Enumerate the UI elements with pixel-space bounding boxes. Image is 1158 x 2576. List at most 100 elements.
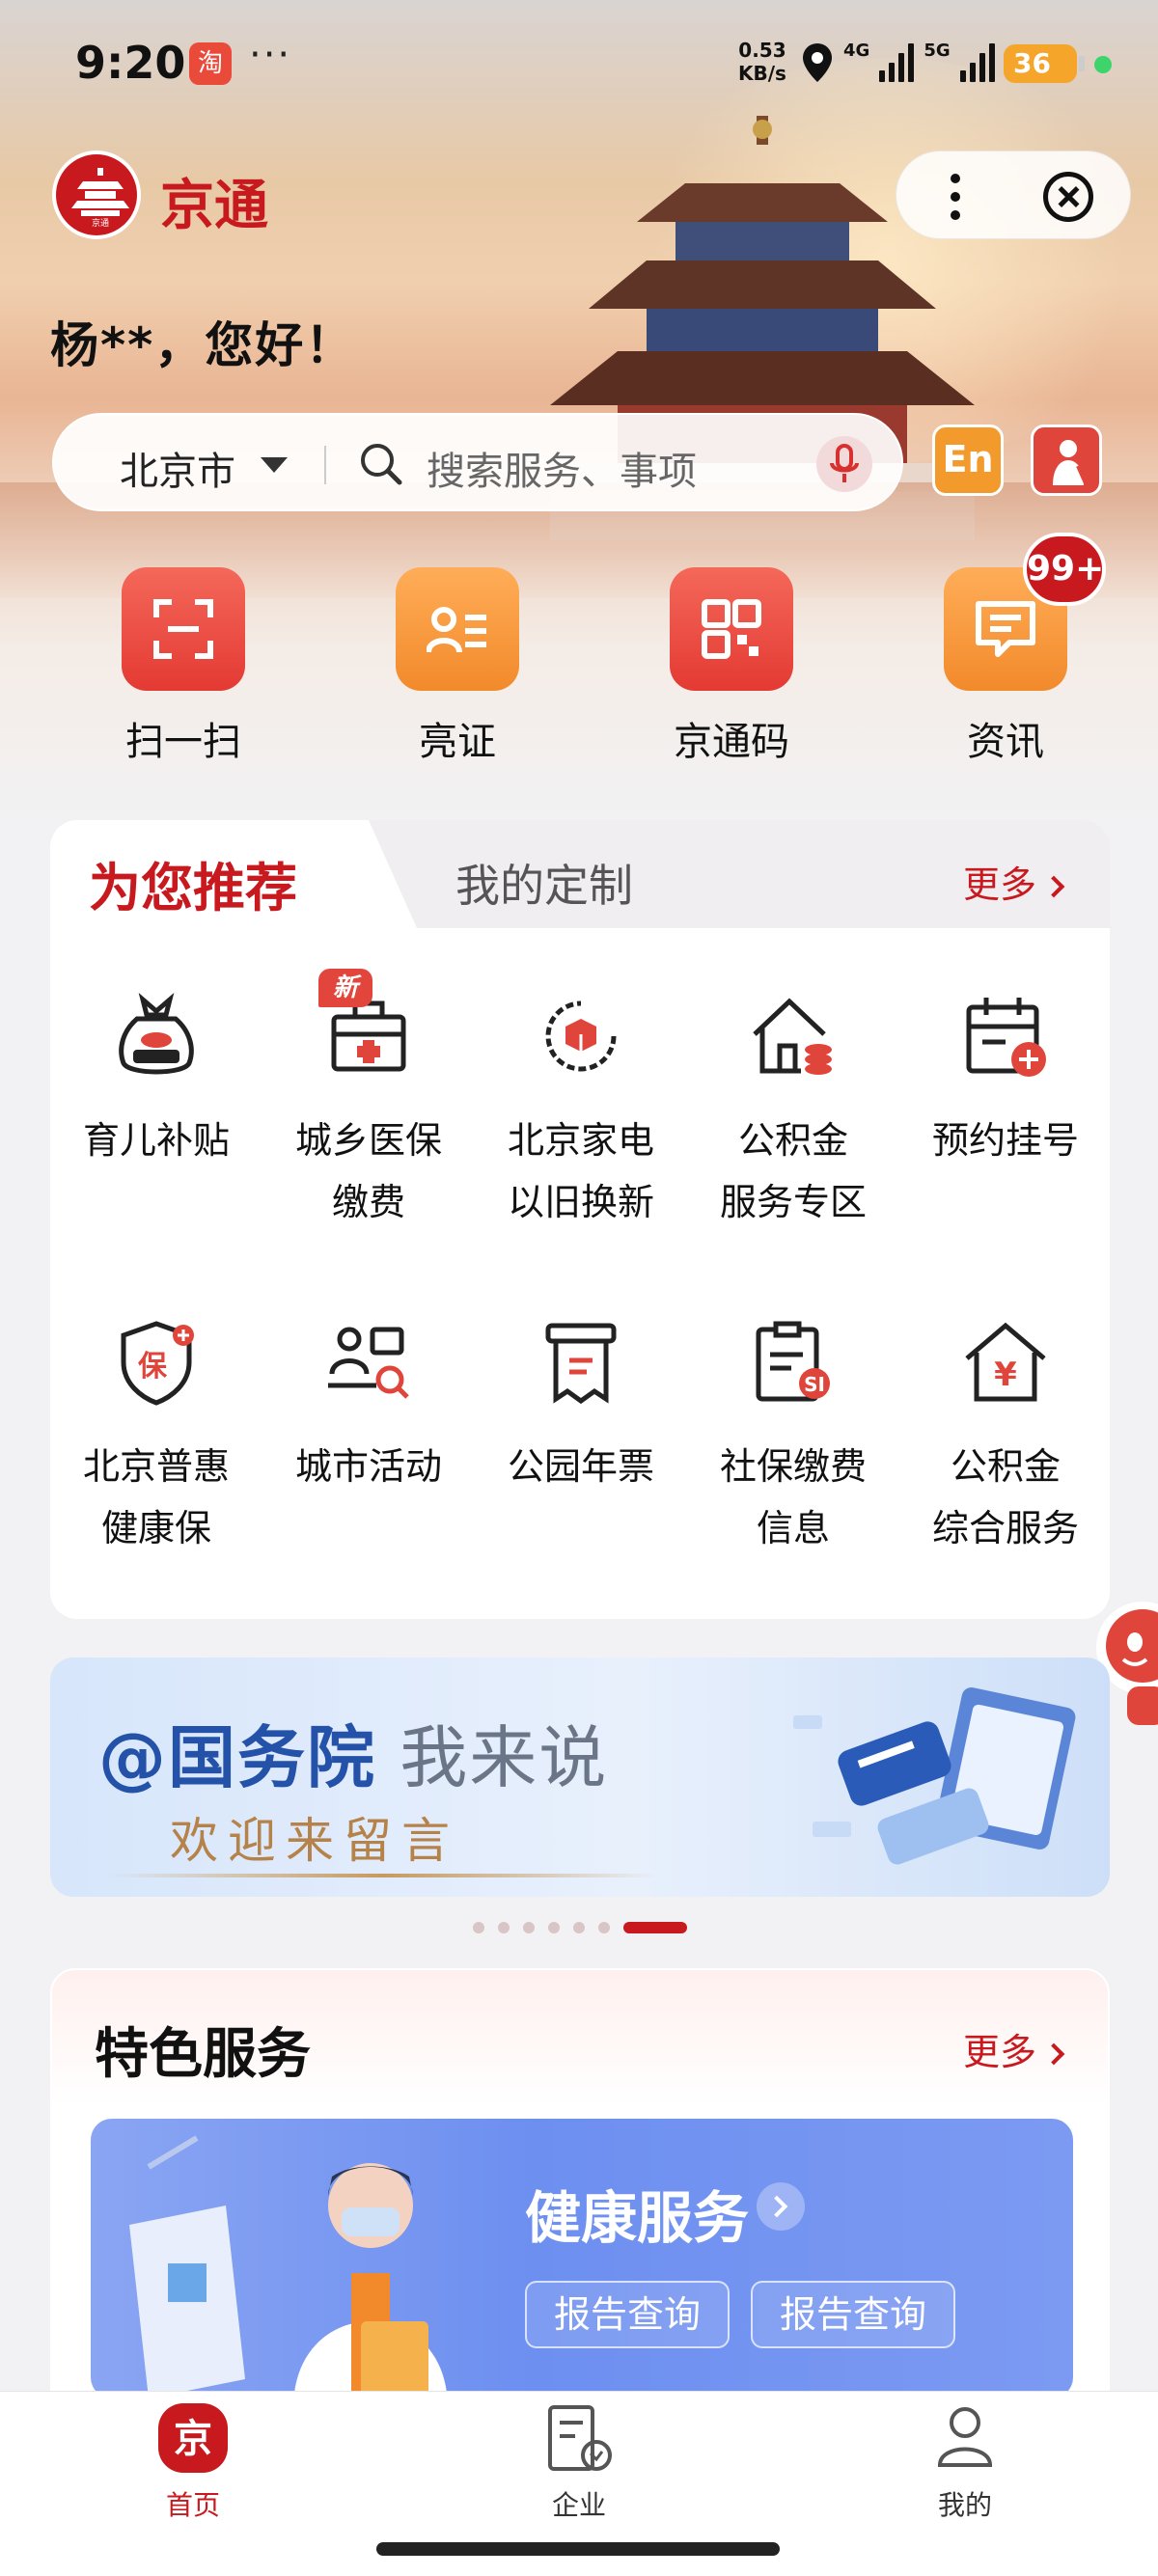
housing-fund-icon: [747, 990, 840, 1082]
taobao-notification-icon: 淘: [189, 42, 232, 85]
service-appliance-trade-in[interactable]: 北京家电 以旧换新: [475, 990, 687, 1233]
housing-fund-yuan-icon: ¥: [959, 1316, 1052, 1409]
privacy-indicator-dot: [1094, 56, 1112, 73]
doctor-illustration: [129, 2135, 448, 2398]
network-speed-value: 0.53: [738, 39, 786, 62]
quick-action-jingtong-code[interactable]: 京通码: [668, 567, 795, 766]
service-housing-fund-zone[interactable]: 公积金 服务专区: [687, 990, 899, 1233]
app-logo: 京通: [52, 151, 141, 239]
service-label-line2: 信息: [756, 1507, 830, 1549]
location-icon: [803, 43, 832, 82]
tab-enterprise[interactable]: 企业: [502, 2401, 656, 2523]
service-label-line2: 健康保: [100, 1507, 211, 1549]
svg-text:京通: 京通: [92, 217, 109, 228]
report-query-button[interactable]: 报告查询: [525, 2281, 730, 2348]
service-park-ticket[interactable]: 公园年票: [475, 1316, 687, 1497]
service-childcare-subsidy[interactable]: 育儿补贴: [50, 990, 262, 1171]
pagination-dot: [498, 1922, 510, 1933]
app-name: 京通: [160, 175, 268, 237]
close-mini-program-icon[interactable]: [1043, 172, 1093, 222]
service-medical-insurance[interactable]: 城乡医保 缴费: [262, 990, 475, 1233]
voice-search-button[interactable]: [816, 436, 872, 492]
health-service-card[interactable]: 健康服务 报告查询 报告查询: [91, 2119, 1073, 2398]
appliance-trade-in-icon: [535, 990, 627, 1082]
bottom-tab-bar: 京 首页 企业 我的: [0, 2391, 1158, 2576]
featured-more-link[interactable]: 更多: [963, 2022, 1065, 2075]
home-jing-icon: 京: [158, 2403, 228, 2473]
recommend-more-link[interactable]: 更多: [963, 855, 1065, 908]
pagination-dot: [473, 1922, 484, 1933]
more-menu-icon[interactable]: [951, 173, 960, 221]
battery-icon: 36: [1004, 44, 1085, 83]
recommend-more-label: 更多: [963, 863, 1037, 906]
service-housing-fund-comprehensive[interactable]: ¥ 公积金 综合服务: [899, 1316, 1112, 1559]
quick-action-label: 亮证: [419, 720, 496, 764]
service-appointment[interactable]: 预约挂号: [899, 990, 1112, 1171]
insurance-shield-icon: 保: [110, 1316, 203, 1409]
service-label: 北京家电 以旧换新: [475, 1110, 687, 1233]
chevron-right-icon: [1042, 875, 1065, 898]
scan-icon: [122, 567, 245, 691]
svg-text:¥: ¥: [994, 1356, 1017, 1394]
banner-title-light: 我来说: [376, 1718, 609, 1797]
service-label-line1: 城乡医保: [294, 1119, 442, 1162]
service-label: 北京普惠 健康保: [50, 1436, 262, 1559]
pagination-dot-active: [623, 1922, 687, 1933]
search-bar[interactable]: 北京市 搜索服务、事项: [52, 413, 903, 511]
service-health-insurance[interactable]: 保 北京普惠 健康保: [50, 1316, 262, 1559]
news-unread-badge: 99+: [1023, 533, 1106, 606]
service-label-line1: 育儿补贴: [82, 1119, 230, 1162]
park-ticket-icon: [535, 1316, 627, 1409]
signal-5g-icon: [959, 43, 995, 82]
quick-action-scan[interactable]: 扫一扫: [120, 567, 247, 766]
svg-text:保: 保: [138, 1350, 168, 1384]
quick-action-show-id[interactable]: 亮证: [394, 567, 521, 766]
temple-logo-icon: 京通: [71, 168, 129, 228]
service-label-line1: 城市活动: [294, 1445, 442, 1488]
featured-services-title: 特色服务: [95, 2023, 311, 2086]
qr-code-icon: [670, 567, 793, 691]
network-speed: 0.53 KB/s: [738, 39, 786, 85]
service-label-line1: 预约挂号: [931, 1119, 1079, 1162]
service-label: 城乡医保 缴费: [262, 1110, 475, 1233]
city-activity-icon: [322, 1316, 415, 1409]
enterprise-icon: [548, 2405, 612, 2471]
service-label-line1: 社保缴费: [719, 1445, 867, 1488]
health-service-title: 健康服务: [525, 2185, 750, 2251]
chevron-right-circle-icon[interactable]: [757, 2182, 805, 2231]
home-indicator[interactable]: [376, 2542, 780, 2556]
city-selector[interactable]: 北京市: [120, 440, 235, 496]
new-badge: 新: [318, 969, 372, 1007]
service-label-line2: 缴费: [331, 1181, 405, 1223]
tab-home[interactable]: 京 首页: [116, 2401, 270, 2523]
search-input[interactable]: 搜索服务、事项: [427, 440, 697, 496]
signal-4g-icon: [879, 43, 915, 82]
network-speed-unit: KB/s: [738, 62, 786, 85]
tab-label: 首页: [165, 2489, 220, 2521]
signal-4g-label: 4G: [843, 41, 870, 61]
tab-label: 企业: [551, 2489, 606, 2521]
user-greeting: 杨**，您好！: [50, 317, 356, 373]
service-city-activity[interactable]: 城市活动: [262, 1316, 475, 1497]
status-bar: 9:20 淘 ··· 0.53 KB/s 4G 5G 36: [0, 0, 1158, 130]
tab-label: 我的: [937, 2489, 992, 2521]
tab-recommended[interactable]: 为您推荐: [50, 820, 417, 928]
service-label: 公积金 综合服务: [899, 1436, 1112, 1559]
tab-my-custom[interactable]: 我的定制: [455, 851, 633, 915]
service-label-line1: 公积金: [950, 1445, 1061, 1488]
service-label-line1: 北京普惠: [82, 1445, 230, 1488]
service-label: 社保缴费 信息: [687, 1436, 899, 1559]
search-divider: [324, 446, 326, 484]
more-notifications-icon: ···: [249, 33, 292, 77]
service-social-security[interactable]: SI 社保缴费 信息: [687, 1316, 899, 1559]
english-version-button[interactable]: En: [932, 425, 1004, 496]
service-label: 公园年票: [475, 1436, 687, 1497]
banner-carousel[interactable]: @国务院 我来说 欢迎来留言: [50, 1658, 1110, 1897]
tab-mine[interactable]: 我的: [888, 2401, 1042, 2523]
recommendation-tabs: 为您推荐 我的定制 更多: [50, 820, 1110, 928]
caret-down-icon[interactable]: [261, 457, 288, 473]
elderly-care-mode-button[interactable]: [1031, 425, 1102, 496]
chat-document-illustration: [793, 1687, 1076, 1865]
report-query-button-2[interactable]: 报告查询: [751, 2281, 955, 2348]
status-icons: 4G 5G: [801, 39, 995, 87]
